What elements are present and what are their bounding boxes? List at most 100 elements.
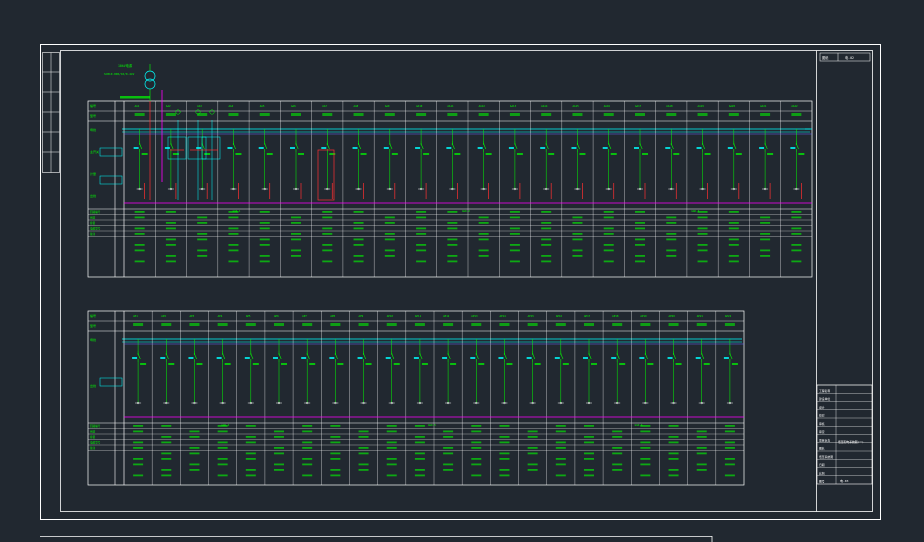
cad-viewport[interactable]: 图纸 电-02 工程名称 建设单位 设计 校对 审核 审定 项目负责 图名 低压系统图 日期 比例图… — [0, 0, 924, 542]
table-row-label: 备注 — [90, 232, 96, 236]
table-cell-text — [189, 463, 200, 466]
table-cell-text — [165, 244, 176, 246]
table-cell-text — [217, 430, 228, 433]
cabinet-id: AA8 — [354, 104, 359, 108]
breaker-rating — [673, 153, 680, 155]
header-row-label: 型号 — [90, 113, 96, 118]
table-cell-text — [259, 255, 270, 257]
cabinet-id: AA11 — [447, 104, 454, 108]
table-cell-text — [358, 430, 369, 433]
breaker-label — [244, 357, 250, 359]
table-cell-text — [584, 458, 594, 460]
table-cell-text — [555, 463, 566, 466]
cabinet-id: AA17 — [635, 104, 642, 108]
table-cell-text — [447, 211, 458, 213]
table-cell-text — [635, 227, 645, 230]
table-cell-text — [509, 216, 520, 219]
cabinet-id: AP12 — [443, 314, 450, 318]
breaker-rating — [562, 363, 569, 365]
breaker-rating — [516, 153, 523, 155]
table-cell-text — [555, 447, 566, 449]
breaker-rating — [168, 363, 175, 365]
table-cell-text — [635, 244, 645, 246]
table-cell-text — [499, 474, 510, 477]
table-cell-text — [584, 441, 594, 444]
table-cell-text — [447, 244, 458, 246]
table-cell-text — [197, 249, 208, 252]
table-cell-text — [414, 436, 425, 438]
table-cell-text — [217, 463, 228, 466]
breaker-label — [442, 357, 448, 359]
cabinet-type-label — [416, 113, 427, 116]
cabinet-id: AP16 — [556, 314, 563, 318]
table-cell-text — [245, 452, 256, 455]
breaker-rating — [619, 363, 626, 365]
table-cell-text — [791, 249, 802, 252]
cabinet-type-label — [697, 113, 708, 116]
table-cell-text — [353, 222, 364, 224]
table-cell-text — [541, 238, 552, 241]
table-cell-text — [603, 216, 614, 219]
table-cell-text — [499, 425, 510, 427]
table-cell-text — [572, 233, 583, 235]
table-cell-text — [386, 430, 397, 433]
table-cell-text — [165, 238, 176, 241]
drawing-number: 电-03 — [840, 478, 849, 483]
breaker-label — [723, 357, 729, 359]
table-cell-text — [728, 244, 739, 246]
cabinet-type-label — [245, 323, 256, 326]
table-cell-text — [274, 469, 284, 471]
table-cell-text — [509, 233, 520, 235]
breaker-rating — [579, 153, 586, 155]
cabinet-id: AP11 — [415, 314, 422, 318]
breaker-label — [227, 147, 233, 149]
breaker-rating — [204, 153, 211, 155]
table-cell-text — [584, 436, 594, 438]
sheet-number: 电-02 — [845, 55, 854, 60]
cabinet-id: AP20 — [669, 314, 676, 318]
table-cell-text — [696, 469, 707, 471]
table-cell-text — [527, 436, 538, 438]
breaker-rating — [704, 153, 711, 155]
table-cell-text — [640, 474, 651, 477]
table-cell-text — [791, 227, 802, 230]
table-cell-text — [161, 425, 172, 427]
table-cell-text — [527, 452, 538, 455]
table-cell-text — [416, 211, 427, 213]
cabinet-id: AP9 — [359, 314, 364, 318]
table-cell-text — [724, 430, 735, 433]
cabinet-type-label — [555, 323, 566, 326]
table-cell-text — [697, 227, 708, 230]
cabinet-type-label — [696, 323, 707, 326]
table-cell-text — [245, 436, 256, 438]
table-cell-text — [189, 452, 200, 455]
table-cell-text — [302, 474, 313, 477]
drawing-title: 低压配电系统图(一) — [838, 440, 864, 444]
binding-strip — [42, 52, 60, 173]
table-cell-text — [134, 216, 145, 219]
table-cell-text — [134, 244, 145, 246]
header-row-label: 编号 — [90, 103, 96, 108]
breaker-rating — [767, 153, 774, 155]
table-cell-text — [603, 244, 614, 246]
breaker-label — [639, 357, 645, 359]
group-label: GGD-6 — [635, 423, 643, 427]
table-cell-text — [386, 474, 397, 477]
table-cell-text — [353, 238, 364, 241]
cabinet-type-label — [443, 323, 454, 326]
table-row-label: 容量 — [90, 435, 96, 439]
lower-distribution-panel[interactable]: 编号型号母线出线 AP1 AP2 AP3 AP4 AP5 AP6 AP7 AP8 AP9 AP10 A… — [87, 310, 745, 486]
table-cell-text — [668, 469, 679, 471]
table-cell-text — [499, 436, 510, 438]
table-cell-text — [384, 238, 395, 241]
cad-drawing-canvas[interactable]: 图纸 电-02 工程名称建设单位设计校对审核审定项目负责图名低压系统图日期比例图… — [0, 0, 924, 542]
table-cell-text — [330, 474, 341, 477]
table-cell-text — [555, 474, 566, 477]
table-cell-text — [447, 255, 458, 257]
table-cell-text — [640, 447, 651, 449]
table-cell-text — [353, 227, 364, 230]
cabinet-type-label — [635, 113, 645, 116]
upper-distribution-panel[interactable]: 编号型号母线主开关计量出线 AA1 AA2 AA3 AA4 AA5 AA6 AA7 AA8 AA9… — [87, 63, 813, 278]
cabinet-type-label — [228, 113, 239, 116]
cabinet-id: AP4 — [218, 314, 223, 318]
